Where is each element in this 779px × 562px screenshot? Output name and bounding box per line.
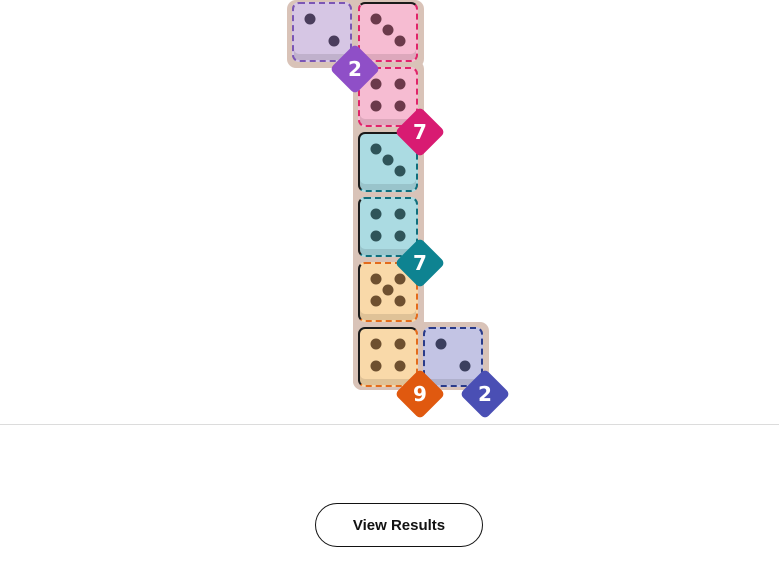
badge-value: 7	[413, 119, 427, 144]
die-pip	[394, 230, 406, 242]
badge-value: 2	[348, 56, 362, 81]
die-pip	[394, 78, 406, 90]
die-pip	[394, 208, 406, 220]
die-pip	[370, 143, 382, 155]
die-pip	[370, 273, 382, 285]
die-pink[interactable]	[358, 2, 418, 62]
die-pip	[394, 100, 406, 112]
die-purple[interactable]	[292, 2, 352, 62]
die-pip	[382, 284, 394, 296]
die-pip	[370, 78, 382, 90]
die-pip	[394, 360, 406, 372]
badge-value: 7	[413, 250, 427, 275]
puzzle-board: 2 7 7 9 2	[0, 0, 779, 425]
badge-value: 9	[413, 381, 427, 406]
view-results-button[interactable]: View Results	[315, 503, 483, 547]
die-pip	[394, 338, 406, 350]
die-pip	[304, 13, 316, 25]
die-pip	[370, 338, 382, 350]
die-pip	[394, 35, 406, 47]
die-pip	[370, 360, 382, 372]
divider	[0, 424, 779, 425]
die-pip	[382, 24, 394, 36]
badge-value: 2	[478, 381, 492, 406]
die-pip	[370, 100, 382, 112]
die-pip	[370, 295, 382, 307]
die-pip	[394, 273, 406, 285]
die-pip	[394, 295, 406, 307]
die-pip	[394, 165, 406, 177]
die-pip	[370, 208, 382, 220]
die-pip	[382, 154, 394, 166]
die-pip	[370, 230, 382, 242]
die-pip	[459, 360, 471, 372]
die-pip	[328, 35, 340, 47]
die-pip	[435, 338, 447, 350]
die-pip	[370, 13, 382, 25]
